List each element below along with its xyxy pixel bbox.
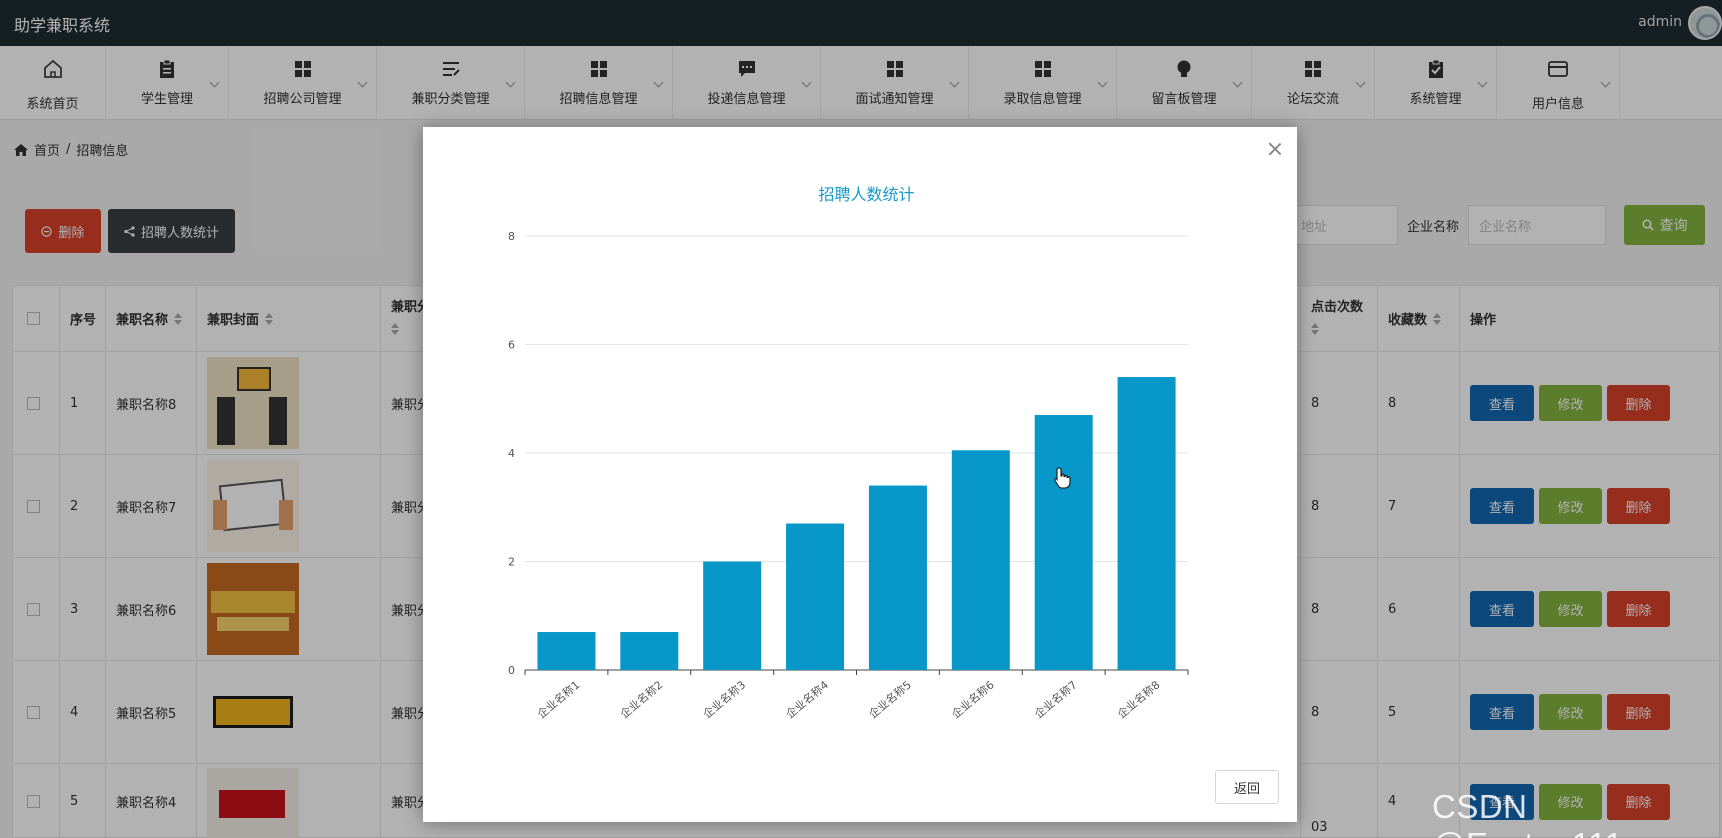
y-tick-label: 8	[508, 230, 515, 243]
x-tick-label: 企业名称6	[949, 678, 997, 722]
x-tick-label: 企业名称2	[617, 678, 665, 722]
y-tick-label: 6	[508, 339, 515, 352]
x-tick-label: 企业名称5	[866, 678, 914, 722]
x-tick-label: 企业名称7	[1032, 678, 1080, 722]
bar	[786, 523, 845, 670]
x-tick-label: 企业名称8	[1114, 678, 1162, 722]
back-button[interactable]: 返回	[1215, 770, 1279, 804]
chart-title: 招聘人数统计	[818, 185, 914, 204]
bar	[1034, 415, 1093, 670]
bar-chart: 招聘人数统计 0 2 4 6 8 企业名称1 企业名称2 企业名称3 企业名称4 企业名称5 企业名称…	[508, 185, 1189, 722]
x-tick-label: 企业名称3	[700, 678, 748, 722]
y-tick-label: 4	[508, 447, 515, 460]
watermark: CSDN @Easton111	[1432, 788, 1623, 838]
x-tick-label: 企业名称1	[534, 678, 582, 722]
y-tick-label: 0	[508, 664, 515, 677]
bar	[1117, 377, 1176, 670]
bar	[537, 632, 596, 670]
x-tick-label: 企业名称4	[783, 678, 831, 722]
hand-cursor-icon	[1054, 467, 1071, 489]
y-tick-label: 2	[508, 556, 515, 569]
bar	[951, 450, 1010, 670]
bar	[868, 485, 927, 670]
bar	[620, 632, 679, 670]
bar	[703, 561, 762, 670]
stats-modal: 招聘人数统计 0 2 4 6 8 企业名称1 企业名称2 企业名称3 企业名称4 企业名称5 企业名称…	[423, 127, 1297, 822]
